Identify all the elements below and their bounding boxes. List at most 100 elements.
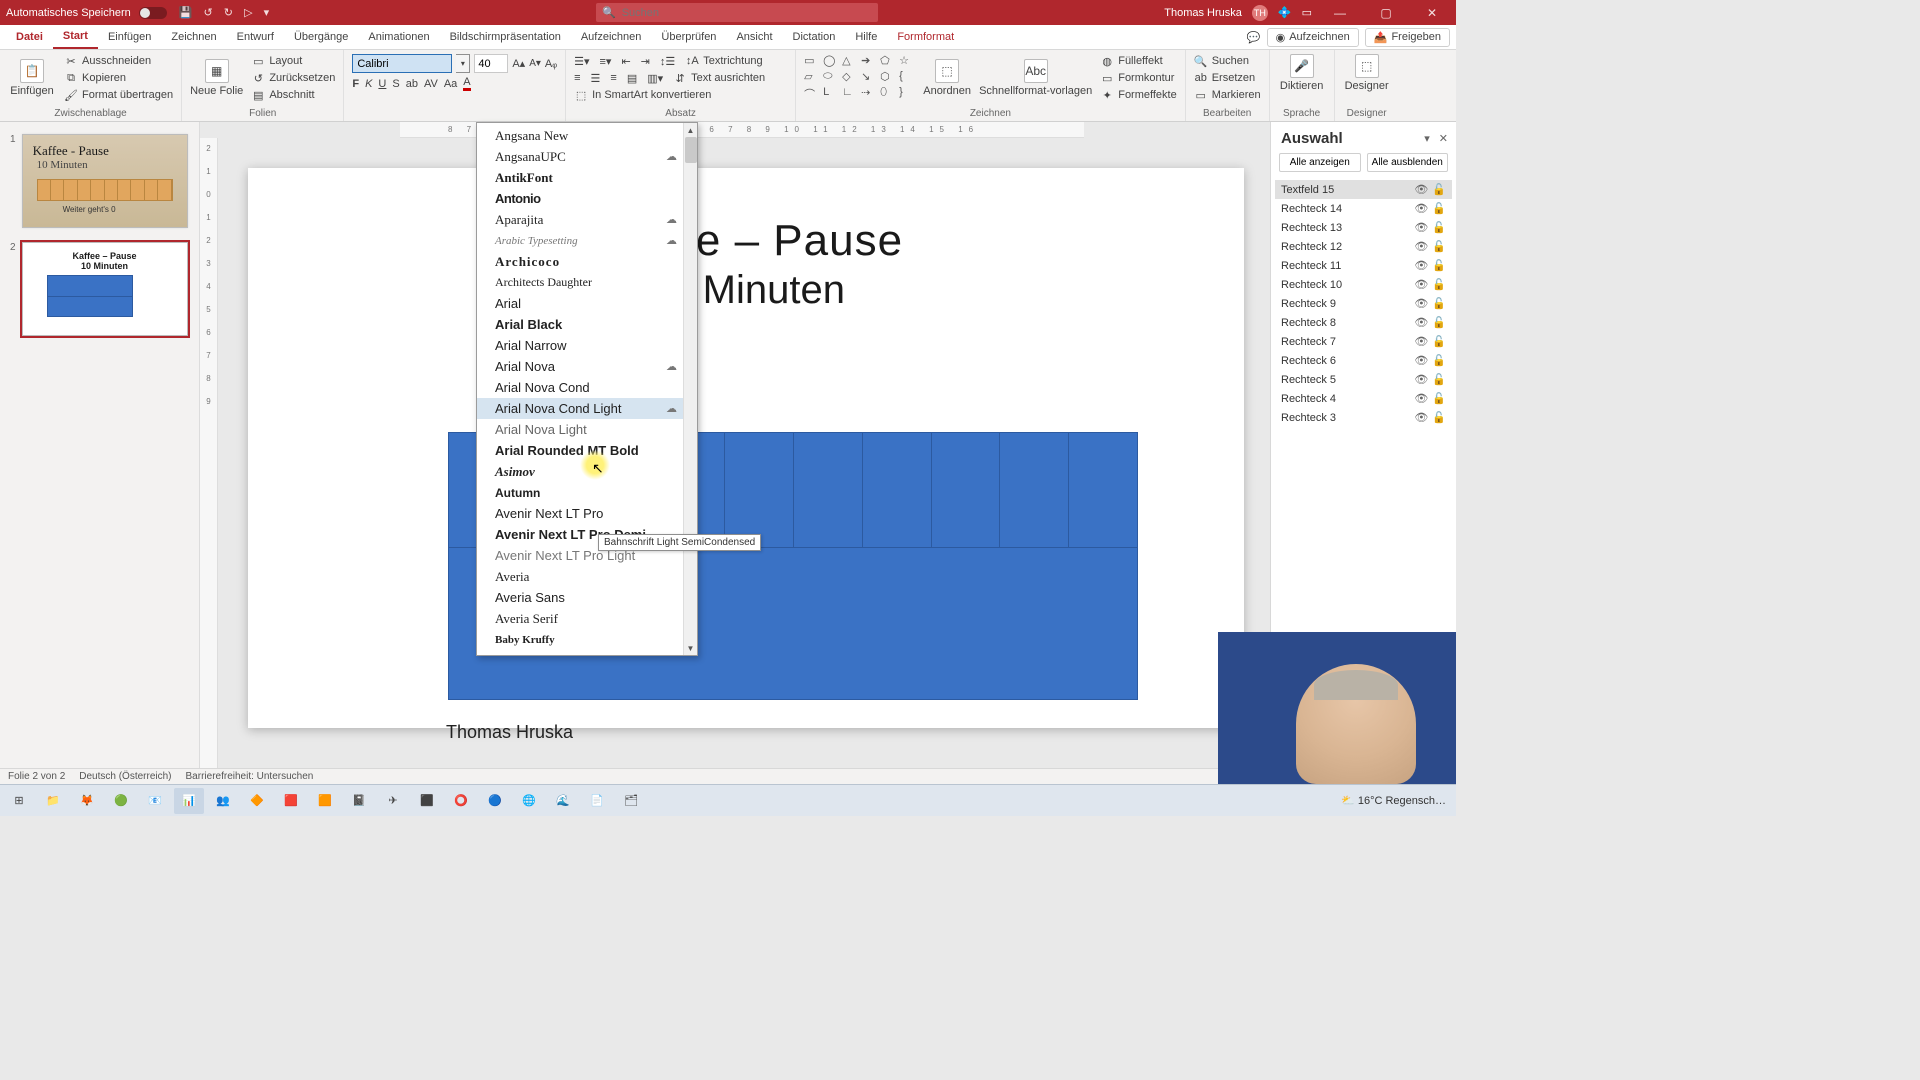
align-right-icon[interactable]: ≡ (610, 72, 616, 84)
lock-icon[interactable]: 🔓 (1432, 259, 1446, 272)
app-icon[interactable]: 🟥 (276, 788, 306, 814)
underline-icon[interactable]: U (378, 78, 386, 90)
tab-file[interactable]: Datei (6, 25, 53, 49)
visibility-icon[interactable]: 👁 (1414, 240, 1428, 253)
selection-item[interactable]: Rechteck 14👁🔓 (1275, 199, 1452, 218)
scroll-up-icon[interactable]: ▲ (684, 123, 697, 137)
share-button[interactable]: 📤 Freigeben (1365, 28, 1450, 47)
record-button[interactable]: ◉ Aufzeichnen (1267, 28, 1359, 47)
slide-title-text[interactable]: Kaffee – Pause (248, 216, 1244, 266)
font-option[interactable]: Asimov (477, 461, 697, 482)
arrange-button[interactable]: ⬚Anordnen (923, 54, 971, 102)
tab-slideshow[interactable]: Bildschirmpräsentation (440, 25, 571, 49)
quick-styles-button[interactable]: AbcSchnellformat-vorlagen (979, 54, 1092, 102)
font-option[interactable]: Architects Daughter (477, 272, 697, 293)
copy-button[interactable]: ⧉Kopieren (64, 71, 173, 85)
shapes-gallery[interactable]: ▭◯△➔⬠☆ ▱⬭◇↘⬡{ ⌒L∟⇢⬯} (804, 54, 915, 102)
slide-thumbnail-2[interactable]: Kaffee – Pause 10 Minuten (22, 242, 188, 336)
paste-button[interactable]: 📋Einfügen (8, 54, 56, 102)
slide-thumbnail-1[interactable]: Kaffee - Pause 10 Minuten Weiter geht's … (22, 134, 188, 228)
tab-view[interactable]: Ansicht (726, 25, 782, 49)
font-option[interactable]: Arial Nova Cond Light☁ (477, 398, 697, 419)
selection-item[interactable]: Rechteck 5👁🔓 (1275, 370, 1452, 389)
shadow-icon[interactable]: S (392, 78, 399, 90)
lock-icon[interactable]: 🔓 (1432, 278, 1446, 291)
font-option[interactable]: Archicoco (477, 251, 697, 272)
minimize-button[interactable]: — (1322, 6, 1358, 20)
indent-icon[interactable]: ⇥ (641, 55, 650, 68)
maximize-button[interactable]: ▢ (1368, 6, 1404, 20)
shape-effects-button[interactable]: ✦Formeffekte (1100, 88, 1177, 102)
app-icon[interactable]: 📄 (582, 788, 612, 814)
onenote-icon[interactable]: 📓 (344, 788, 374, 814)
visibility-icon[interactable]: 👁 (1414, 297, 1428, 310)
format-painter-button[interactable]: 🖌Format übertragen (64, 88, 173, 102)
powerpoint-icon[interactable]: 📊 (174, 788, 204, 814)
tab-insert[interactable]: Einfügen (98, 25, 161, 49)
italic-icon[interactable]: K (365, 78, 372, 90)
slide[interactable]: Kaffee – Pause 10 Minuten Thomas Hruska (248, 168, 1244, 728)
tab-dictation[interactable]: Dictation (783, 25, 846, 49)
numbering-icon[interactable]: ≡▾ (599, 55, 611, 68)
show-all-button[interactable]: Alle anzeigen (1279, 153, 1361, 172)
dropdown-scrollbar[interactable]: ▲ ▼ (683, 123, 697, 655)
font-color-icon[interactable]: A (463, 76, 470, 91)
visibility-icon[interactable]: 👁 (1414, 221, 1428, 234)
visibility-icon[interactable]: 👁 (1414, 259, 1428, 272)
app-icon[interactable]: ⬛ (412, 788, 442, 814)
lock-icon[interactable]: 🔓 (1432, 392, 1446, 405)
case-icon[interactable]: Aa (444, 78, 457, 90)
columns-icon[interactable]: ▥▾ (647, 72, 663, 85)
align-text-button[interactable]: ⇵Text ausrichten (673, 71, 765, 85)
app-icon[interactable]: ⭕ (446, 788, 476, 814)
selection-item[interactable]: Rechteck 10👁🔓 (1275, 275, 1452, 294)
slide-author-text[interactable]: Thomas Hruska (446, 722, 573, 743)
search-input[interactable] (622, 7, 872, 19)
user-avatar[interactable]: TH (1252, 5, 1268, 21)
font-option[interactable]: Autumn (477, 482, 697, 503)
bullets-icon[interactable]: ☰▾ (574, 55, 589, 68)
tab-review[interactable]: Überprüfen (651, 25, 726, 49)
spacing-icon[interactable]: AV (424, 78, 438, 90)
comments-icon[interactable]: 💬 (1247, 31, 1261, 44)
font-option[interactable]: AngsanaUPC☁ (477, 146, 697, 167)
chrome-icon[interactable]: 🟢 (106, 788, 136, 814)
scroll-down-icon[interactable]: ▼ (684, 641, 697, 655)
explorer-icon[interactable]: 📁 (38, 788, 68, 814)
strike-icon[interactable]: ab (406, 78, 418, 90)
autosave-toggle[interactable] (139, 7, 167, 19)
font-option[interactable]: AntikFont (477, 167, 697, 188)
visibility-icon[interactable]: 👁 (1414, 335, 1428, 348)
hide-all-button[interactable]: Alle ausblenden (1367, 153, 1449, 172)
font-option[interactable]: Antonio (477, 188, 697, 209)
font-dropdown-arrow[interactable]: ▾ (456, 54, 470, 73)
lock-icon[interactable]: 🔓 (1432, 335, 1446, 348)
lock-icon[interactable]: 🔓 (1432, 202, 1446, 215)
selection-item[interactable]: Rechteck 7👁🔓 (1275, 332, 1452, 351)
align-center-icon[interactable]: ☰ (591, 72, 601, 85)
font-option[interactable]: Arabic Typesetting☁ (477, 230, 697, 251)
font-option[interactable]: Averia (477, 566, 697, 587)
app-icon[interactable]: 🌐 (514, 788, 544, 814)
visibility-icon[interactable]: 👁 (1414, 373, 1428, 386)
font-name-input[interactable] (352, 54, 452, 73)
app-icon[interactable]: 🟧 (310, 788, 340, 814)
start-show-icon[interactable]: ▷ (244, 7, 252, 19)
visibility-icon[interactable]: 👁 (1414, 183, 1428, 196)
visibility-icon[interactable]: 👁 (1414, 202, 1428, 215)
new-slide-button[interactable]: ▦Neue Folie (190, 54, 243, 102)
tab-design[interactable]: Entwurf (227, 25, 284, 49)
visibility-icon[interactable]: 👁 (1414, 316, 1428, 329)
find-button[interactable]: 🔍Suchen (1194, 54, 1261, 68)
vlc-icon[interactable]: 🔶 (242, 788, 272, 814)
lock-icon[interactable]: 🔓 (1432, 297, 1446, 310)
teams-icon[interactable]: 👥 (208, 788, 238, 814)
font-option[interactable]: Arial Nova Light (477, 419, 697, 440)
outdent-icon[interactable]: ⇤ (621, 55, 630, 68)
font-option[interactable]: Arial Nova☁ (477, 356, 697, 377)
select-button[interactable]: ▭Markieren (1194, 88, 1261, 102)
visibility-icon[interactable]: 👁 (1414, 278, 1428, 291)
font-option[interactable]: Arial Black (477, 314, 697, 335)
font-option[interactable]: Baby Kruffy (477, 629, 697, 650)
selection-item[interactable]: Rechteck 3👁🔓 (1275, 408, 1452, 427)
